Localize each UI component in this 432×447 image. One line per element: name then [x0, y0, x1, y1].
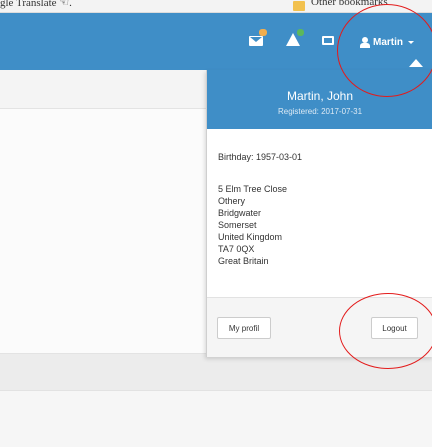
folder-icon [293, 1, 305, 11]
address-line: Somerset [218, 220, 257, 230]
profile-registered-date: Registered: 2017-07-31 [277, 107, 363, 116]
page-footer [0, 390, 432, 447]
profile-birthday: Birthday: 1957-03-01 [218, 152, 303, 162]
address-line: TA7 0QX [218, 244, 255, 254]
bookmark-translate[interactable]: gle Translate ☜. [0, 0, 72, 9]
mail-icon[interactable] [249, 36, 263, 46]
address-line: Great Britain [218, 256, 269, 266]
address-line: Othery [218, 196, 246, 206]
address-line: Bridgwater [218, 208, 262, 218]
money-icon[interactable] [322, 36, 334, 45]
mail-badge [259, 29, 267, 36]
content-panel [0, 108, 207, 354]
my-profile-button[interactable]: My profil [217, 317, 271, 339]
alert-badge [297, 29, 304, 36]
profile-address: 5 Elm Tree Close Othery Bridgwater Somer… [218, 183, 287, 267]
address-line: 5 Elm Tree Close [218, 184, 288, 194]
annotation-circle-logout [339, 293, 432, 369]
address-line: United Kingdom [218, 232, 283, 242]
annotation-circle-user-menu [337, 4, 432, 97]
page-header-area [0, 70, 206, 109]
